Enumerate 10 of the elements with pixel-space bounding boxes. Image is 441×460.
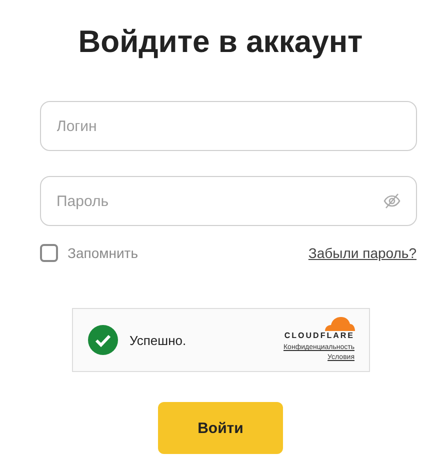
password-field[interactable]: Пароль [40, 176, 416, 226]
login-button[interactable]: Войти [158, 402, 283, 454]
login-field[interactable]: Логин [40, 101, 416, 151]
checkbox[interactable] [40, 244, 58, 262]
page-title: Войдите в аккаунт [78, 23, 363, 61]
brand-logo: CLOUDFLARE [284, 331, 354, 340]
eye-slash-icon[interactable] [382, 192, 400, 210]
remember-label: Запомнить [68, 245, 138, 261]
captcha-status: Успешно. [130, 332, 188, 348]
forgot-password-link[interactable]: Забыли пароль? [308, 245, 416, 261]
